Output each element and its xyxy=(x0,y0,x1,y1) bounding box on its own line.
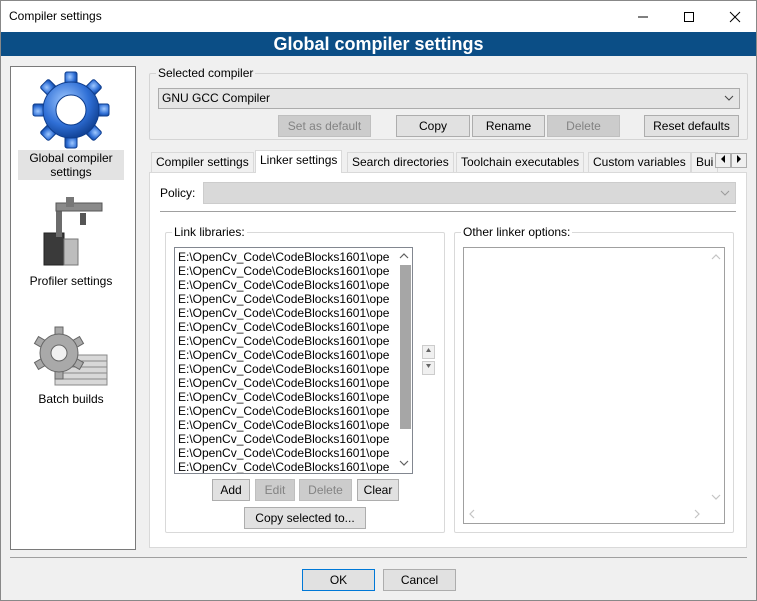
library-item[interactable]: E:\OpenCv_Code\CodeBlocks1601\ope xyxy=(175,320,412,334)
tab-linker-settings[interactable]: Linker settings xyxy=(255,150,343,173)
settings-main: Selected compiler GNU GCC Compiler Set a… xyxy=(149,66,749,550)
library-item[interactable]: E:\OpenCv_Code\CodeBlocks1601\ope xyxy=(175,446,412,460)
arrow-down-icon xyxy=(426,364,431,368)
sidebar-item-profiler[interactable]: Profiler settings xyxy=(18,193,124,289)
sidebar-item-batch-builds[interactable]: Batch builds xyxy=(18,325,124,407)
library-item[interactable]: E:\OpenCv_Code\CodeBlocks1601\ope xyxy=(175,348,412,362)
link-libraries-group: Link libraries: E:\OpenCv_Code\CodeBlock… xyxy=(165,225,445,533)
chevron-left-icon xyxy=(721,155,725,163)
settings-sidebar: Global compiler settings Profiler settin… xyxy=(10,66,136,550)
divider xyxy=(160,211,736,212)
ok-button[interactable]: OK xyxy=(302,569,375,591)
window-title: Compiler settings xyxy=(9,9,102,23)
sidebar-item-label: Batch builds xyxy=(38,392,104,406)
chevron-right-icon xyxy=(737,155,741,163)
tab-custom-variables[interactable]: Custom variables xyxy=(588,152,691,172)
tab-search-directories[interactable]: Search directories xyxy=(347,152,454,172)
chevron-up-icon[interactable] xyxy=(711,250,721,264)
clear-libraries-button[interactable]: Clear xyxy=(357,479,399,501)
library-item[interactable]: E:\OpenCv_Code\CodeBlocks1601\ope xyxy=(175,376,412,390)
library-item[interactable]: E:\OpenCv_Code\CodeBlocks1601\ope xyxy=(175,278,412,292)
maximize-button[interactable] xyxy=(666,1,712,32)
settings-tabs: Compiler settings Linker settings Search… xyxy=(149,150,749,173)
arrow-up-icon xyxy=(426,348,431,352)
chevron-down-icon xyxy=(720,183,730,210)
batch-gear-icon xyxy=(33,326,108,386)
library-item[interactable]: E:\OpenCv_Code\CodeBlocks1601\ope xyxy=(175,390,412,404)
set-as-default-button[interactable]: Set as default xyxy=(278,115,371,137)
selected-compiler-label: Selected compiler xyxy=(156,66,256,80)
move-down-button[interactable] xyxy=(422,361,435,375)
cancel-button[interactable]: Cancel xyxy=(383,569,456,591)
sidebar-label-line2: settings xyxy=(50,165,92,179)
chevron-down-icon[interactable] xyxy=(711,490,721,504)
policy-label: Policy: xyxy=(160,186,196,200)
delete-library-button[interactable]: Delete xyxy=(299,479,352,501)
gear-icon xyxy=(32,71,110,149)
linker-settings-page: Policy: Link libraries: E:\OpenCv_Code\C… xyxy=(149,172,747,548)
other-linker-options-group: Other linker options: xyxy=(454,225,734,533)
reset-defaults-button[interactable]: Reset defaults xyxy=(644,115,739,137)
tab-scroll-left-button[interactable] xyxy=(715,153,731,168)
library-item[interactable]: E:\OpenCv_Code\CodeBlocks1601\ope xyxy=(175,250,412,264)
library-item[interactable]: E:\OpenCv_Code\CodeBlocks1601\ope xyxy=(175,334,412,348)
chevron-down-icon xyxy=(724,89,734,114)
chevron-left-icon[interactable] xyxy=(467,507,477,521)
library-item[interactable]: E:\OpenCv_Code\CodeBlocks1601\ope xyxy=(175,306,412,320)
edit-library-button[interactable]: Edit xyxy=(255,479,295,501)
library-rows: E:\OpenCv_Code\CodeBlocks1601\ope E:\Open… xyxy=(175,248,412,473)
close-button[interactable] xyxy=(712,1,757,32)
delete-compiler-button[interactable]: Delete xyxy=(547,115,620,137)
minimize-button[interactable] xyxy=(620,1,666,32)
rename-compiler-button[interactable]: Rename xyxy=(472,115,545,137)
sidebar-item-global-compiler[interactable]: Global compiler settings xyxy=(18,70,124,180)
move-up-button[interactable] xyxy=(422,345,435,359)
chevron-right-icon[interactable] xyxy=(692,507,702,521)
bottom-divider xyxy=(10,557,747,558)
copy-selected-to-button[interactable]: Copy selected to... xyxy=(244,507,366,529)
compiler-select-value: GNU GCC Compiler xyxy=(162,91,271,105)
page-banner: Global compiler settings xyxy=(1,32,756,56)
library-item[interactable]: E:\OpenCv_Code\CodeBlocks1601\ope xyxy=(175,292,412,306)
tab-compiler-settings[interactable]: Compiler settings xyxy=(151,152,254,172)
tab-scroll-right-button[interactable] xyxy=(731,153,747,168)
maximize-icon xyxy=(684,11,694,22)
library-item[interactable]: E:\OpenCv_Code\CodeBlocks1601\ope xyxy=(175,418,412,432)
library-item[interactable]: E:\OpenCv_Code\CodeBlocks1601\ope xyxy=(175,432,412,446)
profiler-icon xyxy=(43,197,103,266)
other-linker-options-label: Other linker options: xyxy=(461,225,573,239)
library-item[interactable]: E:\OpenCv_Code\CodeBlocks1601\ope xyxy=(175,460,412,473)
minimize-icon xyxy=(638,16,648,17)
sidebar-label-line1: Global compiler xyxy=(29,151,113,165)
add-library-button[interactable]: Add xyxy=(212,479,250,501)
close-icon xyxy=(729,11,741,22)
compiler-select[interactable]: GNU GCC Compiler xyxy=(158,88,740,109)
sidebar-item-label: Global compiler settings xyxy=(18,150,124,180)
policy-select[interactable] xyxy=(203,182,736,204)
link-libraries-label: Link libraries: xyxy=(172,225,247,239)
selected-compiler-group: Selected compiler GNU GCC Compiler Set a… xyxy=(149,66,748,140)
other-linker-options-textarea[interactable] xyxy=(463,247,725,524)
link-libraries-list[interactable]: E:\OpenCv_Code\CodeBlocks1601\ope E:\Open… xyxy=(174,247,413,474)
library-item[interactable]: E:\OpenCv_Code\CodeBlocks1601\ope xyxy=(175,264,412,278)
library-item[interactable]: E:\OpenCv_Code\CodeBlocks1601\ope xyxy=(175,362,412,376)
chevron-down-icon[interactable] xyxy=(399,456,409,470)
libraries-scrollbar[interactable] xyxy=(397,248,412,473)
title-bar[interactable]: Compiler settings xyxy=(1,1,756,32)
library-item[interactable]: E:\OpenCv_Code\CodeBlocks1601\ope xyxy=(175,404,412,418)
sidebar-item-label: Profiler settings xyxy=(29,274,113,288)
copy-compiler-button[interactable]: Copy xyxy=(396,115,470,137)
scroll-thumb[interactable] xyxy=(400,265,411,429)
chevron-up-icon[interactable] xyxy=(399,249,409,263)
compiler-settings-window: Compiler settings Global compiler settin… xyxy=(0,0,757,601)
tab-toolchain-executables[interactable]: Toolchain executables xyxy=(456,152,585,172)
